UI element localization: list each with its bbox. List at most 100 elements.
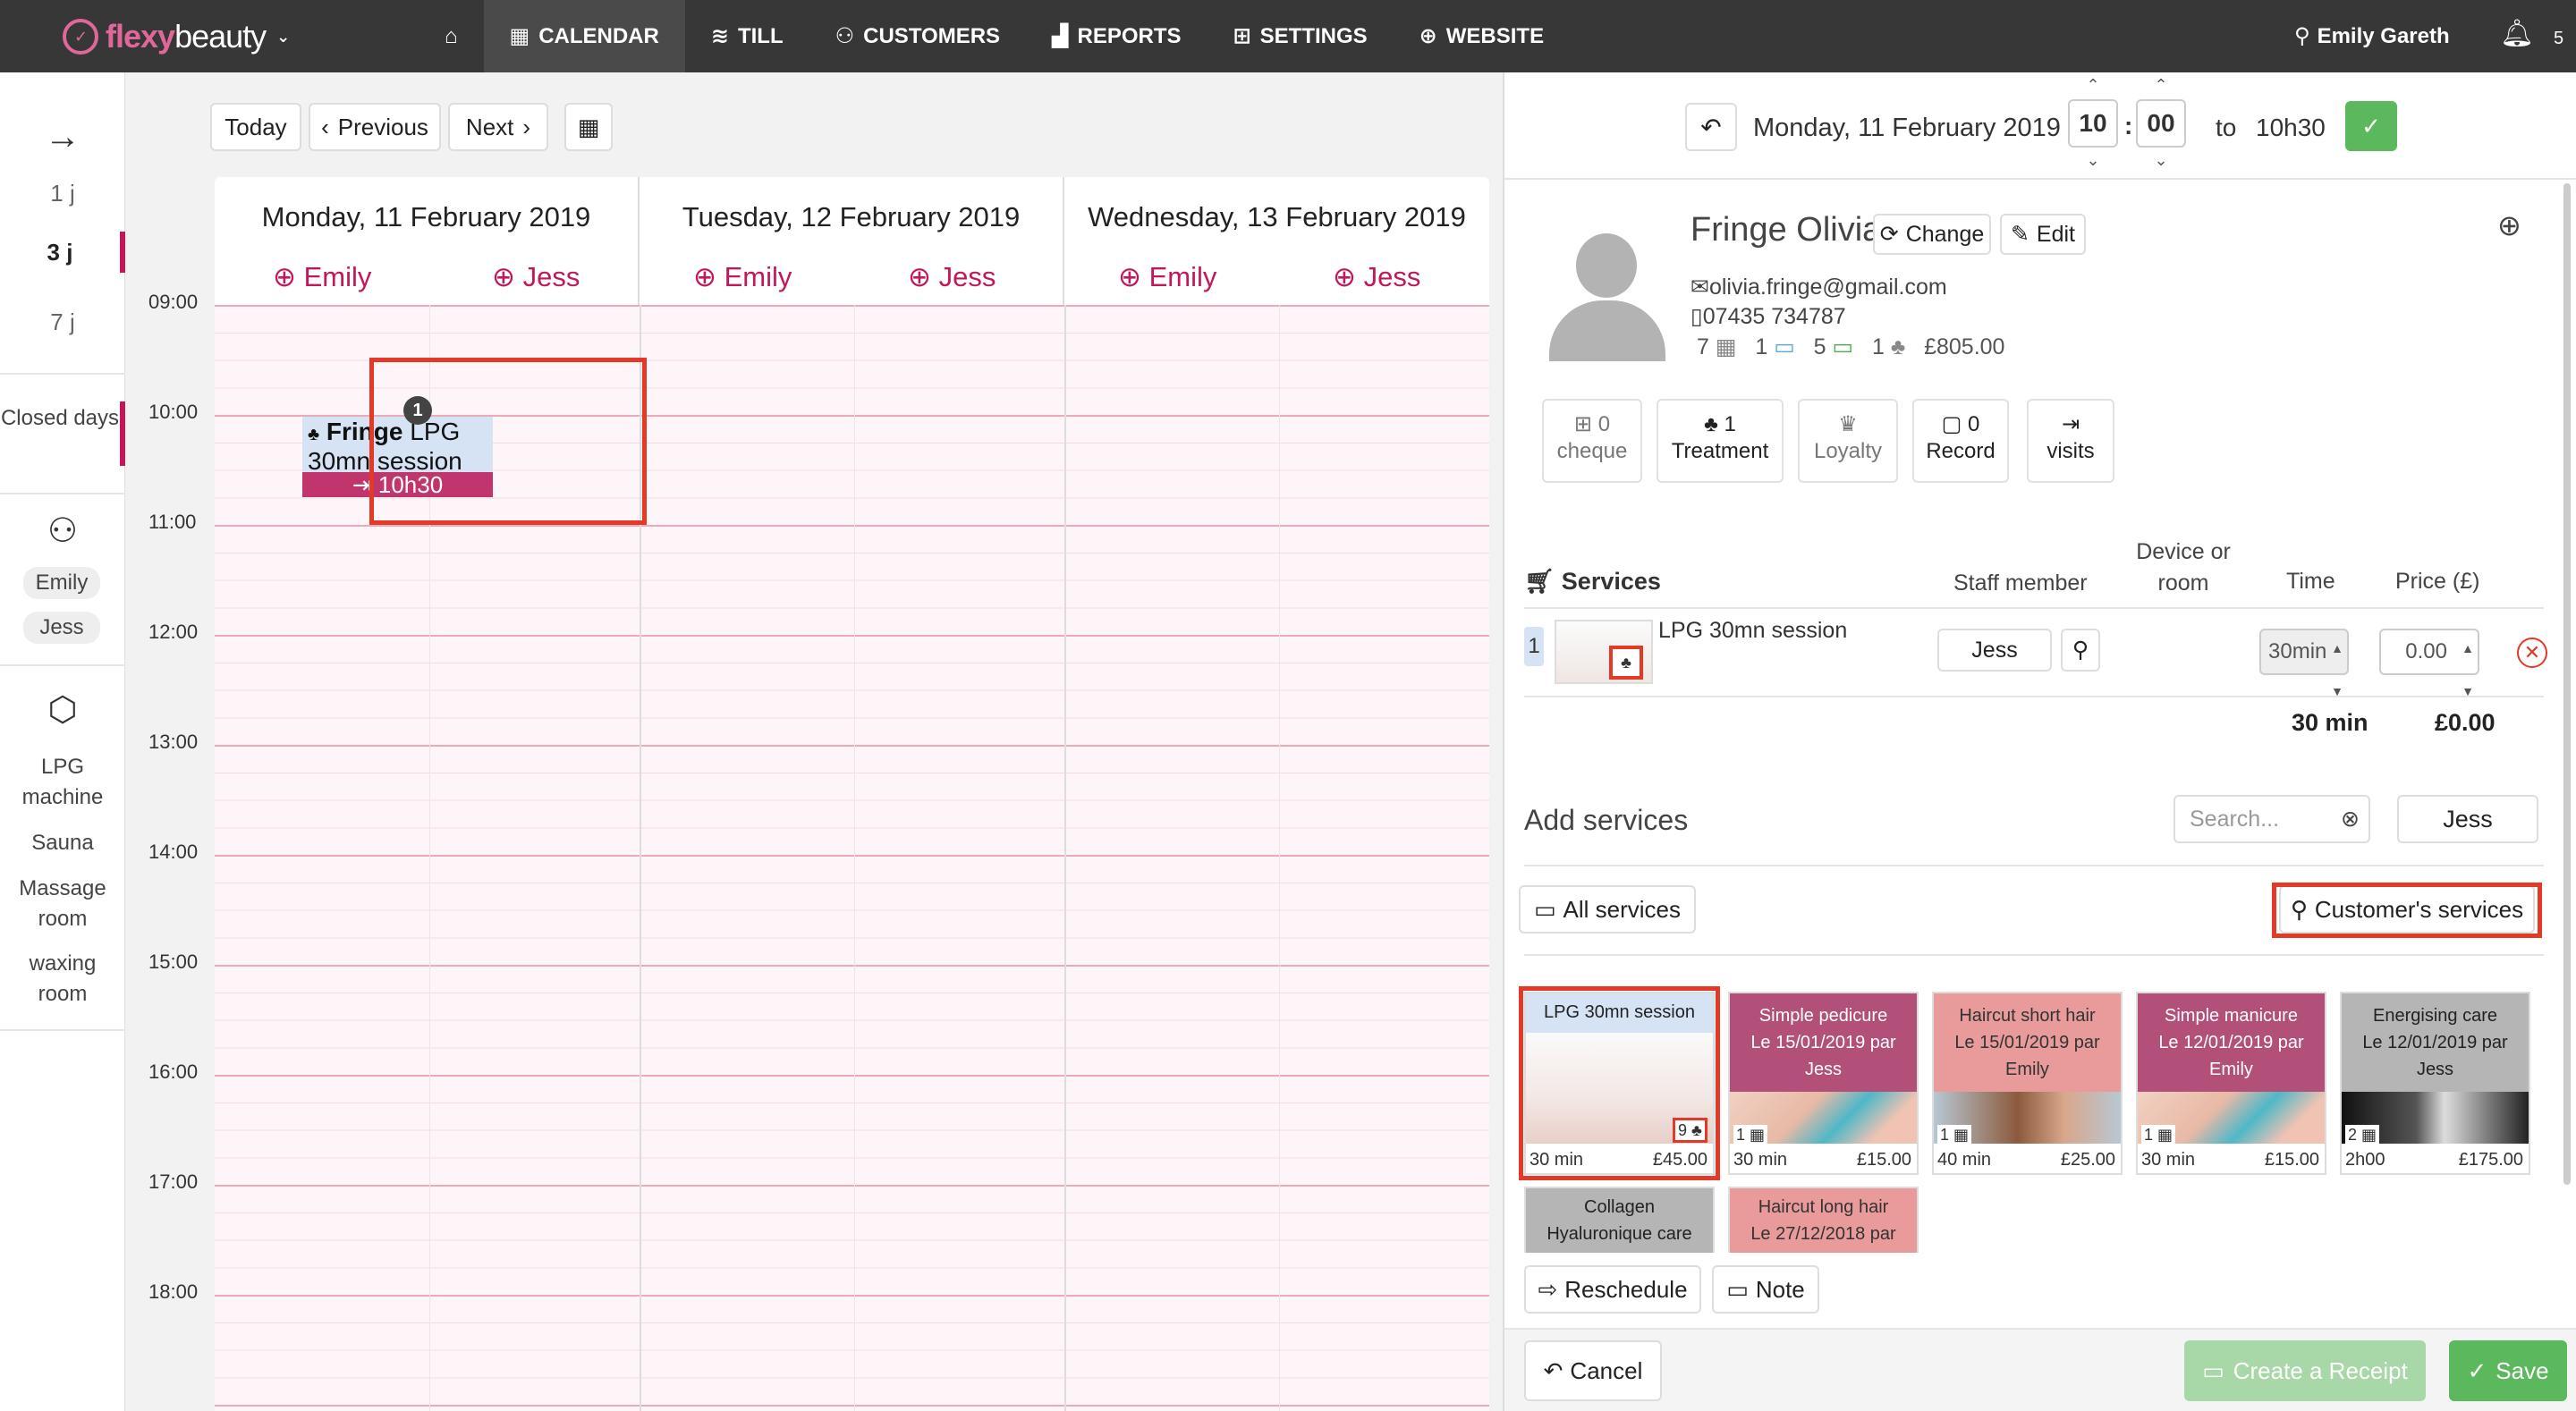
service-tile-haircut-long[interactable]: Haircut long hair Le 27/12/2018 par bbox=[1728, 1187, 1919, 1253]
resource-lpg-machine[interactable]: LPG machine bbox=[0, 752, 125, 813]
tile-subtitle: Hyaluronique care bbox=[1546, 1224, 1692, 1244]
day-header: Tuesday, 12 February 2019 ⊕ Emily ⊕ Jess bbox=[640, 177, 1064, 305]
today-button[interactable]: Today bbox=[210, 103, 301, 151]
minute-input[interactable]: 00 bbox=[2136, 99, 2186, 148]
visits-box[interactable]: ⇥ visits bbox=[2027, 399, 2114, 483]
minute-up-icon[interactable]: ⌃ bbox=[2136, 76, 2186, 95]
appointment-date[interactable]: Monday, 11 February 2019 bbox=[1753, 114, 2061, 143]
staff-filter-select[interactable]: Jess bbox=[2397, 795, 2538, 843]
cancel-button[interactable]: ↶ Cancel bbox=[1524, 1340, 1662, 1401]
globe-icon[interactable]: ⊕ bbox=[2497, 208, 2521, 242]
staff-column-jess[interactable]: ⊕ Jess bbox=[1333, 261, 1420, 293]
treatment-box[interactable]: ♣ 1 Treatment bbox=[1657, 399, 1784, 483]
bell-icon[interactable]: 🔔︎ bbox=[2500, 18, 2534, 49]
staff-column-emily[interactable]: ⊕ Emily bbox=[273, 261, 371, 293]
create-receipt-button[interactable]: ▭ Create a Receipt bbox=[2184, 1340, 2426, 1401]
service-time-input[interactable]: 30min ▲ ▼ bbox=[2259, 629, 2349, 698]
remove-service-icon[interactable]: ✕ bbox=[2517, 638, 2547, 668]
tile-duration: 40 min bbox=[1937, 1150, 1992, 1170]
service-tile-energising[interactable]: Energising care Le 12/01/2019 par Jess 2 ▦… bbox=[2340, 992, 2530, 1175]
reschedule-button[interactable]: ⇨ Reschedule bbox=[1524, 1265, 1701, 1314]
service-price-input[interactable]: 0.00 ▲ ▼ bbox=[2379, 629, 2479, 698]
customers-icon: ⚇ bbox=[835, 24, 855, 48]
divider bbox=[0, 493, 125, 494]
save-button[interactable]: ✓ Save bbox=[2449, 1340, 2567, 1401]
resource-sauna[interactable]: Sauna bbox=[0, 828, 125, 858]
next-button[interactable]: Next › bbox=[448, 103, 548, 151]
confirm-time-button[interactable]: ✓ bbox=[2345, 101, 2397, 151]
tile-title: Simple manicure bbox=[2165, 1006, 2298, 1026]
staff-column-jess[interactable]: ⊕ Jess bbox=[908, 261, 996, 293]
view-7-days[interactable]: 7 j bbox=[0, 308, 125, 336]
user-icon: ⚲ bbox=[2294, 24, 2310, 48]
staff-column-emily[interactable]: ⊕ Emily bbox=[693, 261, 792, 293]
service-tile-haircut-short[interactable]: Haircut short hair Le 15/01/2019 par Emily… bbox=[1932, 992, 2123, 1175]
all-services-button[interactable]: ▭ All services bbox=[1519, 885, 1696, 934]
hour-input[interactable]: 10 bbox=[2068, 99, 2118, 148]
hour-up-icon[interactable]: ⌃ bbox=[2068, 76, 2118, 95]
service-tile-pedicure[interactable]: Simple pedicure Le 15/01/2019 par Jess 1 ▦… bbox=[1728, 992, 1919, 1175]
customer-name: Fringe Olivia bbox=[1690, 211, 1882, 249]
globe-icon: ⊕ bbox=[693, 261, 716, 292]
staff-filter-jess[interactable]: Jess bbox=[23, 612, 100, 644]
globe-icon: ⊕ bbox=[492, 261, 515, 292]
customer-phone[interactable]: ▯07435 734787 bbox=[1690, 303, 1846, 330]
nav-settings[interactable]: ⊞ SETTINGS bbox=[1208, 0, 1394, 72]
loyalty-label: Loyalty bbox=[1813, 439, 1883, 463]
service-staff-select[interactable]: Jess bbox=[1937, 629, 2052, 672]
hour-down-icon[interactable]: ⌄ bbox=[2068, 151, 2118, 170]
cart-icon: 🛒︎ bbox=[1524, 568, 1555, 595]
previous-button[interactable]: ‹ Previous bbox=[309, 103, 441, 151]
date-picker-button[interactable]: ▦ bbox=[564, 103, 613, 151]
edit-customer-button[interactable]: ✎ Edit bbox=[2000, 214, 2086, 255]
staff-filter-emily[interactable]: Emily bbox=[23, 567, 100, 599]
arrow-right-icon[interactable]: → bbox=[45, 117, 80, 157]
nav-till[interactable]: ≋ TILL bbox=[685, 0, 809, 72]
hour-label: 12:00 bbox=[148, 621, 199, 643]
minute-down-icon[interactable]: ⌄ bbox=[2136, 151, 2186, 170]
panel-scrollbar[interactable] bbox=[2563, 183, 2571, 1185]
service-tile-collagen[interactable]: Collagen Hyaluronique care bbox=[1524, 1187, 1715, 1253]
user-menu[interactable]: ⚲ Emily Gareth bbox=[2294, 0, 2450, 72]
visits-label: visits bbox=[2046, 439, 2095, 463]
column-divider bbox=[1064, 305, 1066, 1411]
nav-customers[interactable]: ⚇ CUSTOMERS bbox=[809, 0, 1026, 72]
closed-days-link[interactable]: Closed days bbox=[0, 403, 120, 434]
clear-search-icon[interactable]: ⊗ bbox=[2341, 797, 2360, 841]
app-logo[interactable]: ✓ flexy beauty ⌄ bbox=[63, 14, 290, 59]
assign-device-button[interactable]: ⚲ bbox=[2061, 629, 2100, 672]
spinner-icon[interactable]: ▲ ▼ bbox=[2462, 627, 2474, 713]
resource-massage-room[interactable]: Massage room bbox=[0, 874, 125, 934]
tile-count-value: 1 bbox=[2144, 1126, 2154, 1144]
view-1-day[interactable]: 1 j bbox=[0, 180, 125, 207]
end-time[interactable]: 10h30 bbox=[2256, 114, 2326, 142]
tile-title: Haircut short hair bbox=[1959, 1006, 2096, 1026]
change-customer-button[interactable]: ⟳ Change bbox=[1873, 214, 1991, 255]
staff-column-jess[interactable]: ⊕ Jess bbox=[492, 261, 580, 293]
cheque-label: cheque bbox=[1556, 439, 1628, 463]
nav-calendar[interactable]: ▦ CALENDAR bbox=[483, 0, 685, 72]
nav-home[interactable]: ⌂ bbox=[419, 0, 484, 72]
top-navbar: ✓ flexy beauty ⌄ ⌂ ▦ CALENDAR ≋ TILL ⚇ CUSTO… bbox=[0, 0, 2576, 72]
service-search-input[interactable]: Search... ⊗ bbox=[2174, 795, 2370, 843]
nav-reports[interactable]: ▟ REPORTS bbox=[1026, 0, 1207, 72]
spinner-icon[interactable]: ▲ ▼ bbox=[2331, 627, 2343, 713]
view-3-days[interactable]: 3 j bbox=[0, 232, 125, 273]
resource-waxing-room[interactable]: waxing room bbox=[0, 949, 125, 1010]
save-label: Save bbox=[2496, 1356, 2549, 1384]
customer-email[interactable]: ✉olivia.fringe@gmail.com bbox=[1690, 274, 1947, 300]
treatment-icon[interactable]: ♣ bbox=[1609, 646, 1643, 680]
note-button[interactable]: ▭ Note bbox=[1712, 1265, 1819, 1314]
globe-icon: ⊕ bbox=[273, 261, 296, 292]
staff-column-emily[interactable]: ⊕ Emily bbox=[1118, 261, 1216, 293]
cheque-box[interactable]: ⊞ 0 cheque bbox=[1542, 399, 1642, 483]
tile-count-value: 1 bbox=[1736, 1126, 1746, 1144]
logo-text-part1: flexy bbox=[106, 18, 175, 55]
chevron-left-icon: ‹ bbox=[321, 113, 329, 140]
undo-button[interactable]: ↶ bbox=[1685, 103, 1737, 151]
record-box[interactable]: ▢ 0 Record bbox=[1912, 399, 2009, 483]
nav-website[interactable]: ⊕ WEBSITE bbox=[1394, 0, 1570, 72]
loyalty-box[interactable]: ♛ Loyalty bbox=[1798, 399, 1898, 483]
service-tile-manicure[interactable]: Simple manicure Le 12/01/2019 par Emily 1 … bbox=[2136, 992, 2326, 1175]
create-receipt-label: Create a Receipt bbox=[2233, 1356, 2408, 1384]
